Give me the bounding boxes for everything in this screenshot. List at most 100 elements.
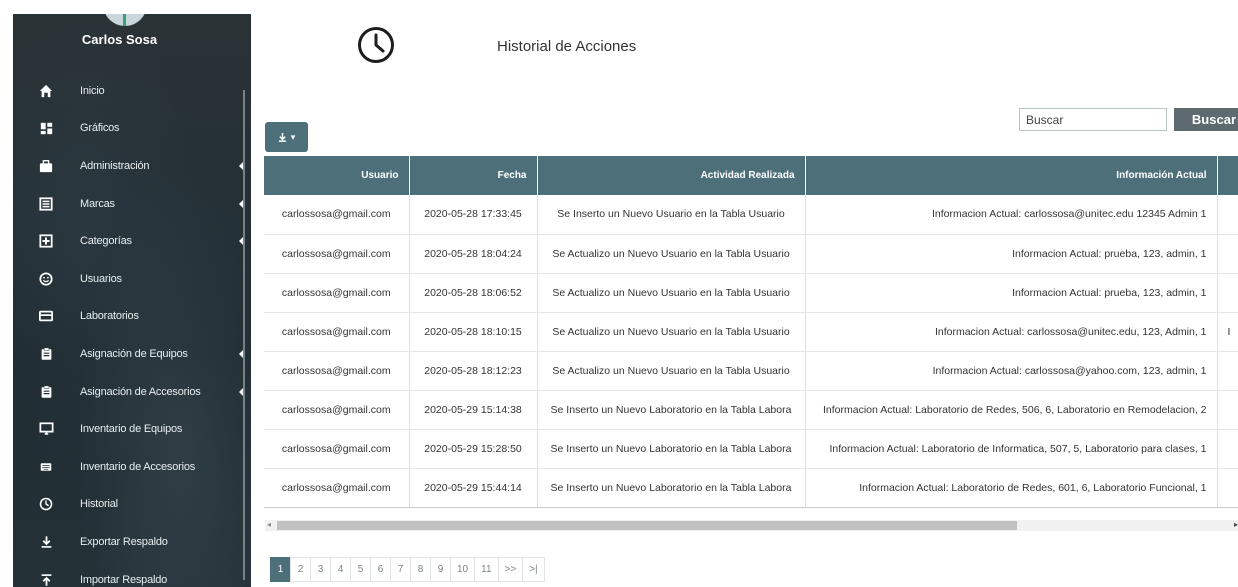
page-link[interactable]: 10 xyxy=(450,557,476,582)
upload-icon xyxy=(38,572,54,587)
table-cell: carlossosa@gmail.com xyxy=(264,429,410,469)
column-header[interactable]: Usuario xyxy=(264,156,410,195)
sidebar-item-label: Gráficos xyxy=(80,122,120,135)
page-link[interactable]: >| xyxy=(522,557,545,582)
table-body: carlossosa@gmail.com 2020-05-28 17:33:45 S… xyxy=(264,195,1238,508)
table-cell: 2020-05-28 18:10:15 xyxy=(409,312,538,352)
sidebar-item-graficos[interactable]: Gráficos xyxy=(13,110,251,148)
table-cell: Se Inserto un Nuevo Laboratorio en la Ta… xyxy=(537,390,806,430)
sidebar-item-historial[interactable]: Historial xyxy=(13,486,251,524)
page-title: Historial de Acciones xyxy=(497,38,637,55)
table-cell: 2020-05-29 15:28:50 xyxy=(409,429,538,469)
column-header[interactable]: Información Actual xyxy=(805,156,1218,195)
credit-card-icon xyxy=(38,308,54,324)
keyboard-icon xyxy=(38,459,54,475)
clipboard-icon xyxy=(38,346,54,362)
table-cell: Se Actualizo un Nuevo Usuario en la Tabl… xyxy=(537,312,806,352)
page-link[interactable]: 7 xyxy=(390,557,411,582)
smile-icon xyxy=(38,271,54,287)
table-cell xyxy=(1217,429,1238,469)
table-cell: Se Actualizo un Nuevo Usuario en la Tabl… xyxy=(537,351,806,391)
download-icon xyxy=(38,534,54,550)
sidebar-item-inventario-de-accesorios[interactable]: Inventario de Accesorios xyxy=(13,448,251,486)
dashboard-icon xyxy=(38,120,54,136)
table-cell: Se Actualizo un Nuevo Usuario en la Tabl… xyxy=(537,234,806,274)
table-cell xyxy=(1217,351,1238,391)
caret-down-icon: ▾ xyxy=(290,131,296,142)
page-link[interactable]: 9 xyxy=(430,557,451,582)
column-header[interactable]: Actividad Realizada xyxy=(537,156,806,195)
table-cell: 2020-05-28 18:06:52 xyxy=(409,273,538,313)
page-link[interactable]: 6 xyxy=(370,557,391,582)
table-cell: Informacion Actual: carlossosa@unitec.ed… xyxy=(805,312,1218,352)
sidebar-item-administracion[interactable]: Administración xyxy=(13,147,251,185)
page-link[interactable]: 3 xyxy=(310,557,331,582)
export-button[interactable]: ▾ xyxy=(265,122,308,152)
page-link[interactable]: 5 xyxy=(350,557,371,582)
sidebar-item-label: Inicio xyxy=(80,84,105,97)
table-cell: 2020-05-29 15:14:38 xyxy=(409,390,538,430)
scroll-right-icon[interactable]: ▸ xyxy=(1234,520,1238,529)
sidebar-item-marcas[interactable]: Marcas xyxy=(13,185,251,223)
table-row[interactable]: carlossosa@gmail.com 2020-05-28 17:33:45 S… xyxy=(264,195,1238,235)
table-row[interactable]: carlossosa@gmail.com 2020-05-29 15:44:14 S… xyxy=(264,468,1238,508)
sidebar-item-inventario-de-equipos[interactable]: Inventario de Equipos xyxy=(13,410,251,448)
history-table: Usuario Fecha Actividad Realizada Informaci… xyxy=(264,156,1238,508)
table-horizontal-scrollbar[interactable]: ◂ ▸ xyxy=(265,520,1238,531)
page-link[interactable]: 1 xyxy=(270,557,291,582)
page-link[interactable]: 4 xyxy=(330,557,351,582)
clipboard-icon xyxy=(38,384,54,400)
table-cell: 2020-05-28 17:33:45 xyxy=(409,195,538,235)
table-cell xyxy=(1217,195,1238,235)
page-link[interactable]: 2 xyxy=(290,557,311,582)
scrollbar-thumb[interactable] xyxy=(277,521,1017,530)
table-cell: carlossosa@gmail.com xyxy=(264,195,410,235)
sidebar-item-categorias[interactable]: Categorías xyxy=(13,222,251,260)
page-link[interactable]: 11 xyxy=(474,557,499,582)
sidebar-item-label: Categorías xyxy=(80,235,132,248)
sidebar-item-laboratorios[interactable]: Laboratorios xyxy=(13,298,251,336)
table-row[interactable]: carlossosa@gmail.com 2020-05-29 15:28:50 S… xyxy=(264,429,1238,469)
table-cell: carlossosa@gmail.com xyxy=(264,390,410,430)
table-cell: 2020-05-28 18:04:24 xyxy=(409,234,538,274)
page-link[interactable]: 8 xyxy=(410,557,431,582)
app-root: Carlos Sosa Inicio Gráficos Administración… xyxy=(0,0,1238,587)
column-header[interactable]: Fecha xyxy=(409,156,538,195)
sidebar-item-exportar-respaldo[interactable]: Exportar Respaldo xyxy=(13,523,251,561)
table-row[interactable]: carlossosa@gmail.com 2020-05-28 18:04:24 S… xyxy=(264,234,1238,274)
search-button[interactable]: Buscar xyxy=(1174,108,1238,131)
sidebar-scrollbar[interactable] xyxy=(243,90,245,580)
table-row[interactable]: carlossosa@gmail.com 2020-05-28 18:10:15 S… xyxy=(264,312,1238,352)
sidebar-item-asignacion-de-equipos[interactable]: Asignación de Equipos xyxy=(13,335,251,373)
table-row[interactable]: carlossosa@gmail.com 2020-05-29 15:14:38 S… xyxy=(264,390,1238,430)
table-cell xyxy=(1217,273,1238,313)
user-name: Carlos Sosa xyxy=(81,32,158,47)
table-cell: carlossosa@gmail.com xyxy=(264,234,410,274)
table-cell: Informacion Actual: prueba, 123, admin, … xyxy=(805,234,1218,274)
table-cell: Informacion Actual: carlossosa@yahoo.com… xyxy=(805,351,1218,391)
pagination: 1 2 3 4 5 6 7 8 9 10 11 >> >| xyxy=(270,557,545,582)
sidebar-item-inicio[interactable]: Inicio xyxy=(13,72,251,110)
sidebar-item-label: Importar Respaldo xyxy=(80,573,168,586)
sidebar-item-usuarios[interactable]: Usuarios xyxy=(13,260,251,298)
page-link[interactable]: >> xyxy=(497,557,524,582)
column-header[interactable] xyxy=(1217,156,1238,195)
table-cell: Informacion Actual: Laboratorio de Infor… xyxy=(805,429,1218,469)
sidebar-item-importar-respaldo[interactable]: Importar Respaldo xyxy=(13,561,251,587)
table-cell: Se Actualizo un Nuevo Usuario en la Tabl… xyxy=(537,273,806,313)
sidebar-item-asignacion-de-accesorios[interactable]: Asignación de Accesorios xyxy=(13,373,251,411)
table-cell: carlossosa@gmail.com xyxy=(264,351,410,391)
desktop-icon xyxy=(38,421,54,437)
table-row[interactable]: carlossosa@gmail.com 2020-05-28 18:06:52 S… xyxy=(264,273,1238,313)
list-alt-icon xyxy=(38,196,54,212)
table-row[interactable]: carlossosa@gmail.com 2020-05-28 18:12:23 S… xyxy=(264,351,1238,391)
table-cell: I xyxy=(1217,312,1238,352)
table-header: Usuario Fecha Actividad Realizada Informaci… xyxy=(264,156,1238,195)
scroll-left-icon[interactable]: ◂ xyxy=(267,520,271,529)
search-input[interactable] xyxy=(1019,108,1167,131)
table-cell xyxy=(1217,468,1238,508)
table-cell: carlossosa@gmail.com xyxy=(264,273,410,313)
table-cell: Informacion Actual: Laboratorio de Redes… xyxy=(805,390,1218,430)
plus-square-icon xyxy=(38,233,54,249)
sidebar-item-label: Inventario de Accesorios xyxy=(80,460,196,473)
